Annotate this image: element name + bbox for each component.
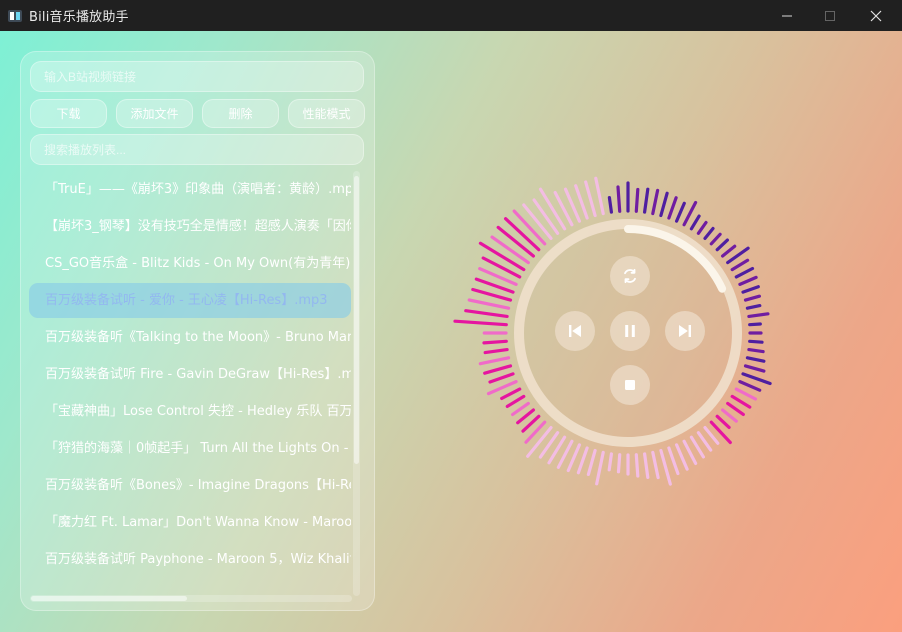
- spectrum-bar: [659, 191, 669, 218]
- loop-button[interactable]: [610, 256, 650, 296]
- spectrum-bar: [745, 356, 766, 363]
- spectrum-bar: [643, 187, 650, 214]
- app-background: 下载 添加文件 删除 性能模式 「TruE」——《崩坏3》印象曲（演唱者：黄龄）…: [0, 31, 902, 632]
- spectrum-bar: [745, 304, 762, 310]
- window-title: Bili音乐播放助手: [29, 10, 129, 25]
- minimize-icon: [782, 15, 792, 16]
- playlist-horizontal-scroll-thumb[interactable]: [31, 596, 187, 601]
- spectrum-bar: [607, 195, 613, 214]
- spectrum-bar: [471, 287, 513, 302]
- spectrum-bar: [616, 453, 622, 474]
- pause-icon: [625, 325, 635, 337]
- spectrum-bar: [616, 185, 622, 213]
- maximize-icon: [825, 10, 835, 21]
- close-button[interactable]: [853, 0, 899, 31]
- delete-button[interactable]: 删除: [202, 99, 279, 128]
- spectrum-bar: [483, 348, 509, 355]
- spectrum-bar: [659, 448, 672, 486]
- spectrum-bar: [478, 356, 511, 366]
- spectrum-bar: [747, 312, 770, 318]
- spectrum-bar: [738, 275, 758, 287]
- maximize-button[interactable]: [807, 0, 853, 31]
- playlist-item[interactable]: 百万级装备听《Bones》- Imagine Dragons【Hi-Res】: [29, 468, 351, 503]
- title-bar: Bili音乐播放助手: [0, 0, 902, 31]
- spectrum-bar: [453, 319, 508, 327]
- next-button[interactable]: [665, 311, 705, 351]
- previous-button[interactable]: [555, 311, 595, 351]
- spectrum-bar: [651, 450, 660, 480]
- playlist-item[interactable]: 「狩猎的海藻｜0帧起手」 Turn All the Lights On - T-…: [29, 431, 351, 466]
- playlist-item[interactable]: 百万级装备听《Talking to the Moon》- Bruno Mars: [29, 320, 351, 355]
- skip-previous-icon: [569, 325, 581, 337]
- playlist-vertical-scroll-thumb[interactable]: [354, 176, 359, 464]
- spectrum-bar: [584, 180, 597, 218]
- bilibili-link-input[interactable]: [30, 61, 364, 92]
- spectrum-bar: [667, 196, 678, 220]
- playlist-item[interactable]: 百万级装备试听 Payphone - Maroon 5，Wiz Khalifa: [29, 542, 351, 577]
- performance-mode-button[interactable]: 性能模式: [288, 99, 365, 128]
- playlist[interactable]: 「TruE」——《崩坏3》印象曲（演唱者：黄龄）.mp3 【崩坏3_钢琴】没有技…: [29, 172, 351, 589]
- playlist-item[interactable]: 「宝藏神曲」Lose Control 失控 - Hedley 乐队 百万级装备试…: [29, 394, 351, 429]
- minimize-button[interactable]: [764, 0, 810, 31]
- spectrum-bar: [586, 448, 597, 476]
- spectrum-bar: [747, 348, 765, 354]
- spectrum-bar: [675, 443, 689, 471]
- spectrum-bar: [467, 298, 511, 310]
- download-button[interactable]: 下载: [30, 99, 107, 128]
- spectrum-bar: [595, 450, 605, 486]
- spectrum-bar: [594, 176, 605, 216]
- spectrum-bar: [566, 443, 582, 473]
- playlist-item[interactable]: 百万级装备试听 Fire - Gavin DeGraw【Hi-Res】.mp3: [29, 357, 351, 392]
- spectrum-bar: [743, 364, 766, 373]
- spectrum-bar: [483, 364, 513, 375]
- spectrum-bar: [634, 187, 640, 213]
- spectrum-bar: [464, 309, 509, 318]
- spectrum-bar: [634, 453, 640, 478]
- loop-icon: [624, 268, 636, 284]
- close-icon: [870, 10, 882, 21]
- spectrum-bar: [748, 339, 764, 344]
- spectrum-bar: [748, 322, 762, 327]
- stop-icon: [625, 380, 635, 390]
- skip-next-icon: [679, 325, 691, 337]
- playlist-panel: 下载 添加文件 删除 性能模式 「TruE」——《崩坏3》印象曲（演唱者：黄龄）…: [20, 51, 375, 611]
- spectrum-bar: [667, 446, 680, 476]
- playlist-item-selected[interactable]: 百万级装备试听 - 爱你 - 王心凌【Hi-Res】.mp3: [29, 283, 351, 318]
- spectrum-bar: [743, 294, 761, 302]
- playlist-item[interactable]: CS_GO音乐盒 - Blitz Kids - On My Own(有为青年).…: [29, 246, 351, 281]
- stop-button[interactable]: [610, 365, 650, 405]
- spectrum-bar: [651, 188, 660, 216]
- pause-button[interactable]: [610, 311, 650, 351]
- spectrum-bar: [643, 452, 650, 479]
- spectrum-bar: [741, 285, 760, 294]
- playlist-item[interactable]: 【崩坏3_钢琴】没有技巧全是情感！超感人演奏「因你而在的故事」: [29, 209, 351, 244]
- add-file-button[interactable]: 添加文件: [116, 99, 193, 128]
- spectrum-bar: [482, 339, 508, 345]
- spectrum-bar: [607, 452, 613, 472]
- spectrum-bar: [741, 372, 772, 386]
- playlist-item[interactable]: 「魔力红 Ft. Lamar」Don't Wanna Know - Maroon…: [29, 505, 351, 540]
- playlist-item[interactable]: 「TruE」——《崩坏3》印象曲（演唱者：黄龄）.mp3: [29, 172, 351, 207]
- playlist-search-input[interactable]: [30, 134, 364, 165]
- spectrum-bar: [576, 446, 589, 475]
- app-icon: [8, 9, 22, 22]
- spectrum-bar: [488, 372, 515, 384]
- spectrum-bar: [738, 380, 762, 392]
